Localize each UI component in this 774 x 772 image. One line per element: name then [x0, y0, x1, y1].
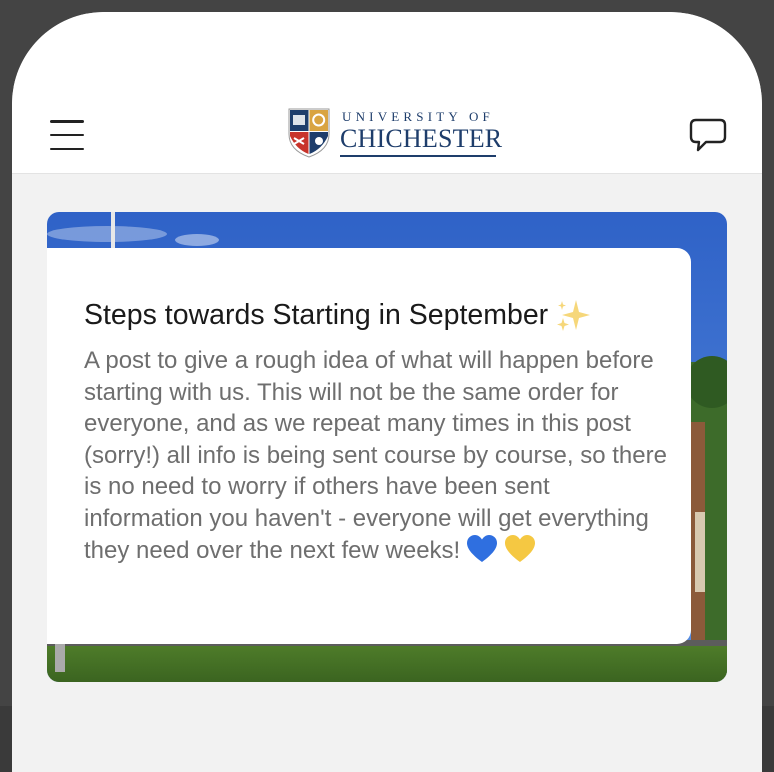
- post-body-text: A post to give a rough idea of what will…: [84, 347, 667, 564]
- app-header: UNIVERSITY OF CHICHESTER: [12, 12, 762, 174]
- university-logo[interactable]: UNIVERSITY OF CHICHESTER: [288, 108, 502, 158]
- logo-line-2: CHICHESTER: [340, 124, 503, 154]
- phone-frame: UNIVERSITY OF CHICHESTER Steps towards S…: [0, 0, 774, 772]
- sparkles-icon: [557, 300, 591, 332]
- yellow-heart-icon: [505, 535, 536, 562]
- post-body: A post to give a rough idea of what will…: [84, 345, 669, 567]
- post-card[interactable]: Steps towards Starting in September A po…: [47, 212, 727, 682]
- post-content-panel: Steps towards Starting in September A po…: [47, 248, 691, 644]
- blue-heart-icon: [467, 535, 498, 562]
- menu-button[interactable]: [50, 120, 84, 150]
- hamburger-icon: [50, 120, 84, 123]
- app-screen: UNIVERSITY OF CHICHESTER Steps towards S…: [12, 12, 762, 772]
- logo-underline: [340, 155, 496, 157]
- crest-icon: [288, 108, 330, 158]
- post-title-text: Steps towards Starting in September: [84, 299, 549, 331]
- logo-line-1: UNIVERSITY OF: [342, 109, 494, 125]
- post-title: Steps towards Starting in September: [84, 296, 684, 334]
- speech-bubble-icon[interactable]: [688, 116, 728, 154]
